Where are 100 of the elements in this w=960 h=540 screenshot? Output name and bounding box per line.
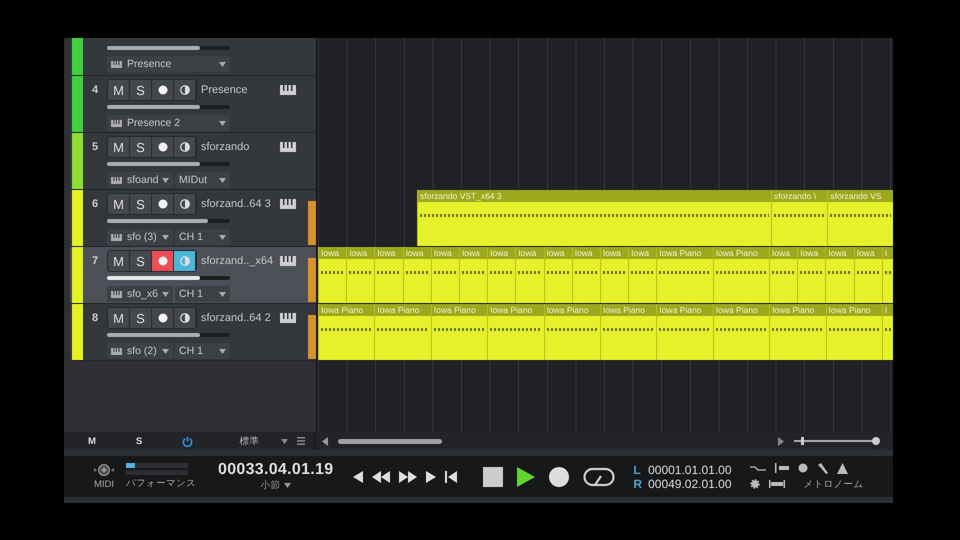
- instrument-dropdown[interactable]: sfoand: [107, 172, 173, 188]
- punch-range-icon[interactable]: [768, 479, 785, 489]
- volume-fader[interactable]: [107, 105, 230, 109]
- record-icon: [158, 85, 168, 95]
- list-icon[interactable]: [297, 437, 306, 445]
- marker-icon[interactable]: [774, 463, 789, 473]
- mute-all-button[interactable]: M: [88, 436, 96, 446]
- midi-notes-drawing: [490, 328, 542, 331]
- mute-button[interactable]: M: [108, 308, 130, 328]
- right-locator-time[interactable]: 00049.02.01.00: [648, 476, 732, 490]
- caret-icon[interactable]: [281, 438, 288, 444]
- half-circle-icon: [180, 142, 190, 152]
- mute-button[interactable]: M: [108, 80, 130, 100]
- volume-fader[interactable]: [107, 333, 230, 337]
- monitor-button[interactable]: [174, 308, 196, 328]
- solo-button[interactable]: S: [130, 194, 152, 214]
- previous-icon[interactable]: [353, 470, 364, 482]
- piano-icon: [280, 199, 296, 209]
- time-format-dropdown[interactable]: 小節: [260, 479, 291, 492]
- track-name[interactable]: Presence: [201, 84, 280, 96]
- caret-icon: [162, 178, 169, 182]
- record-icon: [158, 199, 168, 209]
- wave-icon[interactable]: [750, 464, 766, 472]
- midi-notes-drawing: [828, 271, 852, 274]
- solo-button[interactable]: S: [130, 137, 152, 157]
- track-name[interactable]: sforzand..64 2: [201, 312, 280, 324]
- stop-icon[interactable]: [483, 466, 504, 486]
- track-name[interactable]: sforzand..64 3: [201, 198, 280, 210]
- settings-icon[interactable]: [750, 479, 760, 489]
- mute-button[interactable]: M: [108, 137, 130, 157]
- midi-notes-drawing: [772, 328, 824, 331]
- scroll-left-icon[interactable]: [322, 436, 328, 446]
- midi-notes-drawing: [830, 214, 891, 217]
- volume-fader[interactable]: [107, 276, 230, 280]
- midi-notes-drawing: [772, 271, 796, 274]
- monitor-button[interactable]: [174, 80, 196, 100]
- channel-dropdown[interactable]: CH 1: [175, 343, 230, 359]
- metronome-icon[interactable]: [836, 462, 848, 474]
- track-header[interactable]: 8 M S sforzand..64 2 sfo (2) CH 1: [70, 304, 316, 361]
- track-header[interactable]: 4 M S Presence Presence 2: [70, 76, 316, 133]
- left-locator-label: L: [633, 462, 642, 476]
- next-icon[interactable]: [426, 470, 436, 482]
- play-icon[interactable]: [517, 466, 536, 486]
- right-locator-label: R: [633, 476, 642, 490]
- instrument-dropdown[interactable]: Presence 2: [107, 115, 230, 131]
- volume-fader[interactable]: [107, 162, 230, 166]
- track-header[interactable]: 7 M S sforzand.._x64 sfo_x6 CH 1: [70, 247, 316, 304]
- mute-button[interactable]: M: [108, 194, 130, 214]
- solo-button[interactable]: S: [130, 308, 152, 328]
- midi-notes-drawing: [800, 271, 824, 274]
- midi-notes-drawing: [659, 271, 711, 274]
- track-name[interactable]: sforzando: [201, 141, 280, 153]
- power-icon[interactable]: [182, 436, 194, 446]
- instrument-dropdown[interactable]: sfo (2): [107, 343, 173, 359]
- event-marker: [308, 315, 316, 359]
- channel-dropdown[interactable]: CH 1: [175, 286, 230, 302]
- piano-icon: [280, 85, 296, 95]
- volume-fader[interactable]: [107, 46, 230, 50]
- track-name[interactable]: sforzand.._x64: [201, 255, 280, 267]
- record-arm-button[interactable]: [152, 137, 174, 157]
- scroll-right-icon[interactable]: [778, 436, 784, 446]
- record-arm-button[interactable]: [152, 80, 174, 100]
- caret-icon: [219, 178, 226, 182]
- record-icon: [158, 313, 168, 323]
- dot-icon[interactable]: [798, 463, 808, 473]
- scrollbar-thumb[interactable]: [338, 438, 442, 444]
- monitor-button[interactable]: [174, 137, 196, 157]
- midi-notes-drawing: [659, 328, 711, 331]
- track-header[interactable]: Presence: [70, 38, 316, 76]
- fast-forward-icon[interactable]: [399, 470, 418, 482]
- caret-icon: [284, 483, 291, 488]
- monitor-button[interactable]: [174, 251, 196, 271]
- channel-dropdown[interactable]: CH 1: [175, 229, 230, 245]
- solo-button[interactable]: S: [130, 80, 152, 100]
- record-arm-button[interactable]: [152, 194, 174, 214]
- record-icon[interactable]: [549, 466, 570, 486]
- time-display: 00033.04.01.19: [218, 461, 334, 479]
- return-to-start-icon[interactable]: [445, 470, 458, 482]
- rewind-icon[interactable]: [372, 470, 390, 482]
- instrument-dropdown[interactable]: sfo_x6: [107, 286, 173, 302]
- instrument-dropdown[interactable]: Presence: [107, 56, 230, 72]
- record-arm-button[interactable]: [152, 251, 174, 271]
- midi-label: MIDI: [94, 478, 114, 490]
- mute-button[interactable]: M: [108, 251, 130, 271]
- metronome-label[interactable]: メトロノーム: [804, 478, 864, 490]
- monitor-button[interactable]: [174, 194, 196, 214]
- instrument-dropdown[interactable]: sfo (3): [107, 229, 173, 245]
- solo-all-button[interactable]: S: [136, 436, 142, 446]
- loop-icon[interactable]: [583, 466, 616, 486]
- channel-dropdown[interactable]: MIDut: [175, 172, 230, 188]
- midi-notes-drawing: [462, 271, 486, 274]
- track-header[interactable]: 5 M S sforzando sfoand MIDut: [70, 133, 316, 190]
- view-preset-label[interactable]: 標準: [239, 434, 260, 448]
- solo-button[interactable]: S: [130, 251, 152, 271]
- volume-fader[interactable]: [107, 219, 230, 223]
- performance-meter: [126, 463, 188, 468]
- track-header[interactable]: 6 M S sforzand..64 3 sfo (3) CH 1: [70, 190, 316, 247]
- record-arm-button[interactable]: [152, 308, 174, 328]
- zoom-slider[interactable]: [794, 436, 880, 446]
- left-locator-time[interactable]: 00001.01.01.00: [648, 462, 732, 476]
